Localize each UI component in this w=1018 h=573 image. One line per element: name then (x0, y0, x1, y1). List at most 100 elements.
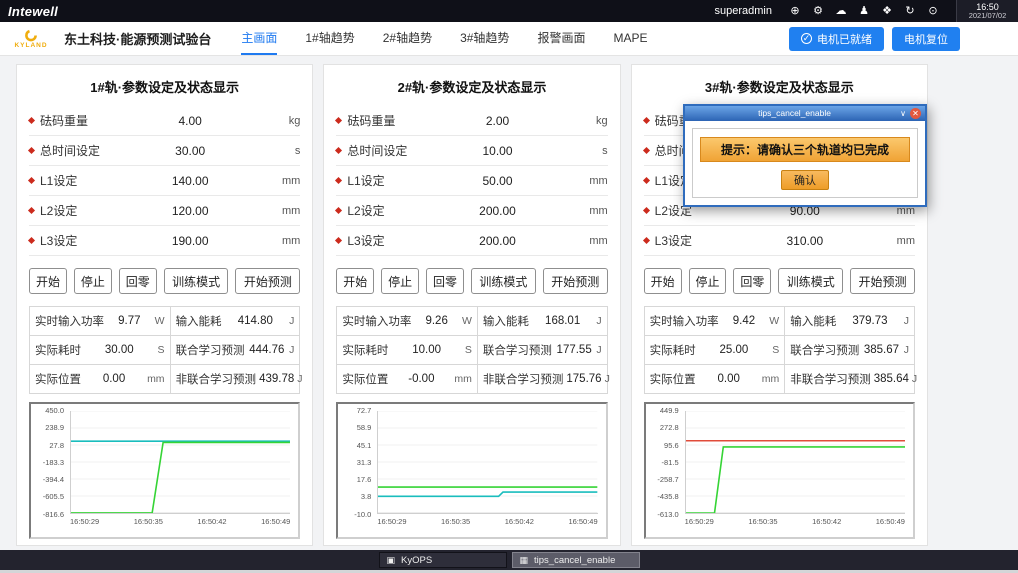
param-value-field[interactable]: 50.00 (413, 174, 581, 188)
param-value-field[interactable]: 10.00 (413, 144, 581, 158)
param-value-field[interactable]: 140.00 (106, 174, 274, 188)
status-label: 实际位置 (650, 371, 696, 387)
check-icon: ✓ (801, 33, 812, 44)
nav-tab-5[interactable]: 报警画面 (537, 22, 585, 55)
status-label: 输入能耗 (483, 313, 529, 329)
param-row: L1设定 140.00 mm (29, 166, 300, 196)
status-label: 实际位置 (35, 371, 81, 387)
required-marker-icon (28, 237, 35, 244)
status-cell: 实时输入功率 9.77 W (30, 307, 171, 336)
y-tick-label: 31.3 (342, 459, 375, 467)
param-value-field[interactable]: 190.00 (106, 234, 274, 248)
cloud-icon[interactable]: ☁ (834, 4, 848, 18)
window-icon: ▦ (520, 556, 529, 565)
param-value-field[interactable]: 4.00 (106, 114, 274, 128)
y-tick-label: 72.7 (342, 407, 375, 415)
param-value-field[interactable]: 310.00 (721, 234, 889, 248)
chart-y-axis: 72.758.945.131.317.63.8-10.0 (342, 407, 375, 518)
x-tick-label: 16:50:29 (685, 518, 714, 526)
panel-title: 2#轨·参数设定及状态显示 (336, 77, 607, 96)
status-unit: J (912, 373, 917, 385)
motor-ready-button[interactable]: ✓ 电机已就绪 (789, 27, 884, 51)
x-tick-label: 16:50:29 (377, 518, 406, 526)
sync-icon[interactable]: ↻ (903, 4, 917, 18)
ctrl-button-axis1-4[interactable]: 训练模式 (164, 268, 229, 294)
param-value-field[interactable]: 30.00 (106, 144, 274, 158)
chart-plot-area (70, 411, 290, 514)
status-cell: 联合学习预测 177.55 J (477, 336, 607, 365)
nav-tab-4[interactable]: 3#轴趋势 (460, 22, 509, 55)
user-icon[interactable]: ♟ (857, 4, 871, 18)
ctrl-button-axis3-5[interactable]: 开始预测 (850, 268, 915, 294)
trend-chart: 449.9272.895.6-81.5-258.7-435.8-613.0 16… (644, 402, 915, 539)
status-unit: J (605, 373, 610, 385)
status-label: 非联合学习预测 (483, 371, 564, 387)
motor-reset-button[interactable]: 电机复位 (892, 27, 960, 51)
x-tick-label: 16:50:42 (812, 518, 841, 526)
status-value: 168.01 (532, 315, 594, 327)
settings-icon[interactable]: ⚙ (811, 4, 825, 18)
ctrl-button-axis2-2[interactable]: 停止 (381, 268, 419, 294)
ctrl-button-axis1-5[interactable]: 开始预测 (235, 268, 300, 294)
y-tick-label: -605.5 (35, 493, 68, 501)
control-button-row: 开始停止回零训练模式开始预测 (29, 268, 300, 294)
y-tick-label: -81.5 (650, 459, 683, 467)
chart-plot-area (377, 411, 597, 514)
ctrl-button-axis1-1[interactable]: 开始 (29, 268, 67, 294)
dialog-close-icon[interactable]: ✕ (910, 108, 921, 119)
status-table: 实时输入功率 9.26 W 输入能耗 168.01 J 实际耗时 10.00 S… (336, 306, 607, 394)
param-value-field[interactable]: 200.00 (413, 204, 581, 218)
apps-icon[interactable]: ❖ (880, 4, 894, 18)
ctrl-button-axis3-4[interactable]: 训练模式 (778, 268, 843, 294)
status-cell: 非联合学习预测 439.78 J (170, 365, 300, 394)
taskbar-item-tips[interactable]: ▦ tips_cancel_enable (512, 552, 640, 568)
y-tick-label: 450.0 (35, 407, 68, 415)
status-value: -0.00 (391, 373, 451, 385)
chart-y-axis: 450.0238.927.8-183.3-394.4-605.5-816.6 (35, 407, 68, 518)
required-marker-icon (335, 147, 342, 154)
dialog-titlebar[interactable]: tips_cancel_enable ∨ ✕ (685, 106, 925, 121)
ctrl-button-axis2-3[interactable]: 回零 (426, 268, 464, 294)
taskbar-item-label: KyOPS (401, 555, 432, 566)
param-label: L2设定 (40, 202, 106, 219)
status-value: 414.80 (225, 315, 287, 327)
status-unit: J (289, 315, 294, 327)
required-marker-icon (335, 237, 342, 244)
param-value-field[interactable]: 120.00 (106, 204, 274, 218)
y-tick-label: 58.9 (342, 424, 375, 432)
ctrl-button-axis2-1[interactable]: 开始 (336, 268, 374, 294)
nav-tab-1[interactable]: 主画面 (241, 22, 277, 55)
nav-tab-2[interactable]: 1#轴趋势 (305, 22, 354, 55)
kyland-logo-text: KYLAND (14, 42, 47, 49)
language-icon[interactable]: ⊕ (788, 4, 802, 18)
status-value: 175.76 (566, 373, 601, 385)
param-label: L1设定 (347, 172, 413, 189)
power-icon[interactable]: ⊙ (926, 4, 940, 18)
ctrl-button-axis3-1[interactable]: 开始 (644, 268, 682, 294)
ctrl-button-axis2-5[interactable]: 开始预测 (543, 268, 608, 294)
param-value-field[interactable]: 200.00 (413, 234, 581, 248)
status-unit: mm (454, 373, 472, 385)
x-tick-label: 16:50:35 (748, 518, 777, 526)
ctrl-button-axis3-2[interactable]: 停止 (689, 268, 727, 294)
taskbar-item-kyops[interactable]: ▣ KyOPS (379, 552, 507, 568)
dialog-confirm-button[interactable]: 确认 (781, 170, 829, 190)
param-value-field[interactable]: 2.00 (413, 114, 581, 128)
ctrl-button-axis1-3[interactable]: 回零 (119, 268, 157, 294)
status-unit: S (158, 344, 165, 356)
status-cell: 实际位置 0.00 mm (30, 365, 171, 394)
status-row: 实际位置 0.00 mm 非联合学习预测 385.64 J (644, 365, 914, 394)
nav-tab-6[interactable]: MAPE (613, 22, 647, 55)
status-value: 385.67 (862, 344, 901, 356)
status-unit: J (596, 344, 601, 356)
status-row: 实际耗时 25.00 S 联合学习预测 385.67 J (644, 336, 914, 365)
status-unit: S (465, 344, 472, 356)
ctrl-button-axis1-2[interactable]: 停止 (74, 268, 112, 294)
dialog-minimize-icon[interactable]: ∨ (900, 110, 906, 118)
x-tick-label: 16:50:49 (876, 518, 905, 526)
y-tick-label: -10.0 (342, 511, 375, 519)
nav-tab-3[interactable]: 2#轴趋势 (383, 22, 432, 55)
ctrl-button-axis3-3[interactable]: 回零 (733, 268, 771, 294)
status-unit: W (769, 315, 779, 327)
ctrl-button-axis2-4[interactable]: 训练模式 (471, 268, 536, 294)
